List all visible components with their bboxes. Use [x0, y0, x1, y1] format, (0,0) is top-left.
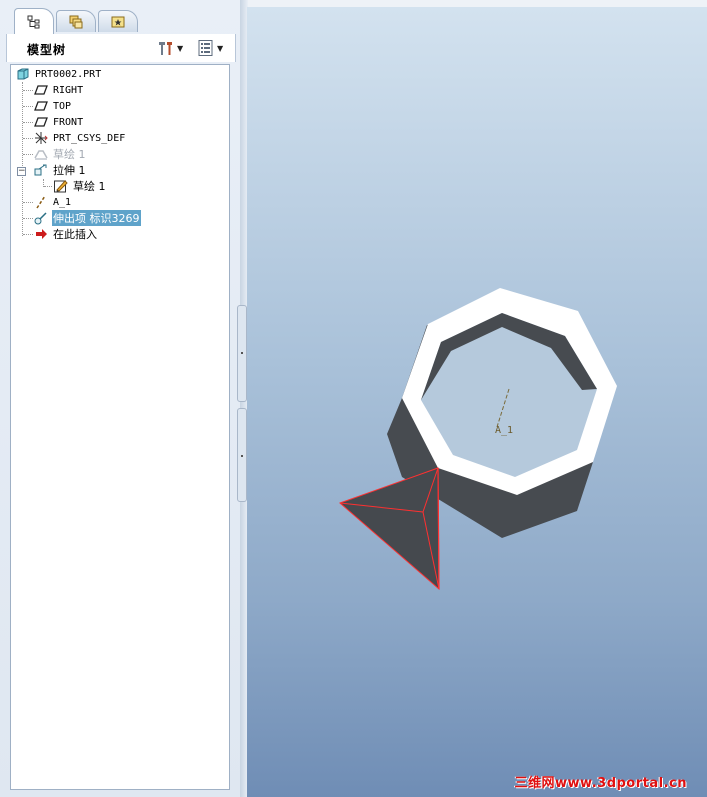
- chevron-down-icon: ▼: [177, 43, 184, 53]
- tree-item-datum-front[interactable]: FRONT: [33, 114, 84, 130]
- watermark-text: 三维网www.3dportal.cn: [514, 776, 687, 791]
- tree-connector: [23, 90, 33, 91]
- layers-icon: [69, 15, 83, 28]
- tree-connector: [23, 234, 33, 235]
- tree-connector: [44, 186, 52, 187]
- expand-collapse-toggle[interactable]: −: [17, 167, 26, 176]
- tree-item-extrude[interactable]: 拉伸 1: [33, 162, 87, 178]
- tree-item-csys[interactable]: PRT_CSYS_DEF: [33, 130, 126, 146]
- graphics-window[interactable]: A_1 三维网www.3dportal.cn: [247, 7, 707, 797]
- model-tree-icon: [27, 15, 40, 28]
- coordinate-system-icon: [33, 130, 49, 146]
- tree-item-sketch-suppressed[interactable]: 草绘 1: [33, 146, 87, 162]
- tree-item-insert-here[interactable]: 在此插入: [33, 226, 98, 242]
- tree-connector: [23, 202, 33, 203]
- model-viewport: A_1: [339, 288, 617, 591]
- splitter-handle-top[interactable]: [237, 305, 247, 402]
- datum-plane-icon: [33, 82, 49, 98]
- tree-connector: [23, 154, 33, 155]
- datum-plane-icon: [33, 98, 49, 114]
- tree-connector: [23, 106, 33, 107]
- sketch-icon: [33, 146, 49, 162]
- navigator-tabs: [8, 8, 238, 34]
- triangle-protrusion: [339, 467, 440, 591]
- tree-item-datum-right[interactable]: RIGHT: [33, 82, 84, 98]
- part-icon: [15, 66, 31, 82]
- tab-favorites[interactable]: [98, 10, 138, 32]
- extrude-icon: [33, 162, 49, 178]
- protrusion-icon: [33, 210, 49, 226]
- datum-axis-icon: [33, 194, 49, 210]
- tree-connector: [23, 218, 33, 219]
- axis-label: A_1: [495, 425, 513, 436]
- model-tree-header: 模型树 ▼ ▼: [6, 34, 236, 62]
- tree-item-datum-axis[interactable]: A_1: [33, 194, 72, 210]
- tree-show-button[interactable]: ▼: [197, 39, 223, 57]
- sketch-icon: [53, 178, 69, 194]
- model-tree: − PRT0002.PRT RIGHT TOP FRONT PRT_CSYS_D…: [10, 64, 230, 790]
- tree-settings-button[interactable]: ▼: [157, 39, 183, 57]
- tree-item-part[interactable]: PRT0002.PRT: [15, 66, 102, 82]
- tree-settings-icon: [159, 42, 172, 55]
- panel-title: 模型树: [27, 43, 67, 57]
- datum-plane-icon: [33, 114, 49, 130]
- insert-here-arrow-icon: [33, 226, 49, 242]
- chevron-down-icon: ▼: [217, 43, 224, 53]
- tab-layers[interactable]: [56, 10, 96, 32]
- tree-item-protrusion[interactable]: 伸出项 标识3269: [33, 210, 141, 226]
- tree-item-datum-top[interactable]: TOP: [33, 98, 72, 114]
- favorites-icon: [111, 16, 125, 27]
- tree-connector: [23, 138, 33, 139]
- tab-model-tree[interactable]: [14, 8, 54, 34]
- tree-item-sketch[interactable]: 草绘 1: [53, 178, 107, 194]
- splitter-handle-bottom[interactable]: [237, 408, 247, 502]
- tree-show-icon: [198, 40, 213, 56]
- tree-connector: [23, 122, 33, 123]
- navigator-panel: 模型树 ▼ ▼ − PRT0002.PRT RIGHT TOP FRONT PR…: [0, 0, 241, 797]
